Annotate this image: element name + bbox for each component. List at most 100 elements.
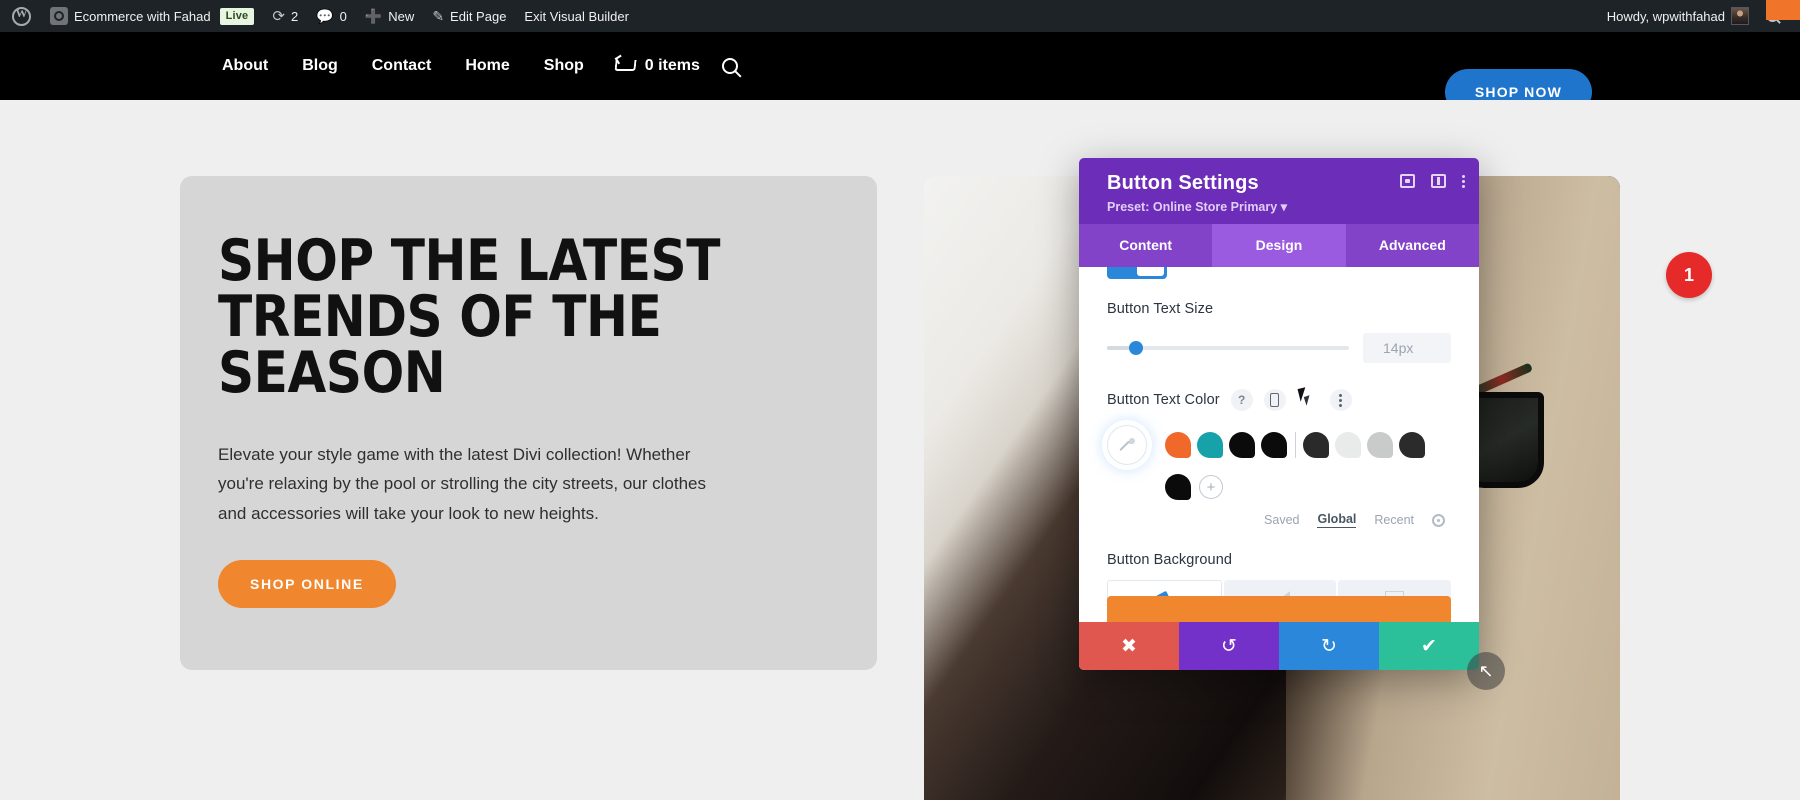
button-text-size-control: 14px: [1107, 333, 1451, 363]
color-swatch[interactable]: [1367, 432, 1393, 458]
site-name-button[interactable]: Ecommerce with Fahad: [41, 0, 220, 32]
color-swatch[interactable]: [1197, 432, 1223, 458]
more-menu-icon[interactable]: [1462, 174, 1465, 188]
background-color-preview[interactable]: [1107, 596, 1451, 622]
slider-handle[interactable]: [1129, 341, 1144, 355]
nav-item-shop[interactable]: Shop: [527, 57, 601, 75]
pencil-icon: ✎: [432, 8, 445, 24]
page-title: SHOP THE LATEST TRENDS OF THE SEASON: [218, 228, 721, 406]
button-text-size-input[interactable]: 14px: [1363, 333, 1451, 363]
layout-toggle-icon[interactable]: [1431, 174, 1446, 188]
nav-menu: About Blog Contact Home Shop 0 items: [205, 57, 738, 75]
tab-saved-colors[interactable]: Saved: [1264, 513, 1299, 527]
site-navigation: About Blog Contact Home Shop 0 items SHO…: [0, 32, 1800, 115]
wordpress-logo-icon: [12, 6, 31, 26]
tab-recent-colors[interactable]: Recent: [1374, 513, 1414, 527]
undo-button[interactable]: ↺: [1179, 622, 1279, 670]
responsive-phone-icon[interactable]: [1263, 389, 1286, 411]
wordpress-logo-button[interactable]: [0, 0, 41, 32]
wp-admin-bar: Ecommerce with Fahad Live ⟳ 2 💬 0 ➕ New …: [0, 0, 1800, 32]
site-dashboard-icon: [50, 7, 68, 25]
shop-online-label: SHOP ONLINE: [250, 576, 364, 593]
color-swatch-row-1: [1107, 425, 1451, 465]
button-text-size-slider[interactable]: [1107, 341, 1349, 355]
updates-count: 2: [290, 8, 299, 24]
nav-item-blog[interactable]: Blog: [285, 57, 355, 75]
shopping-cart-icon: [615, 59, 635, 74]
button-text-size-label: Button Text Size: [1107, 301, 1214, 317]
updates-icon: ⟳: [272, 7, 285, 25]
toggle-knob: [1137, 267, 1164, 276]
eyedropper-picker[interactable]: [1107, 425, 1147, 465]
help-icon[interactable]: ?: [1230, 389, 1253, 411]
chevron-down-icon: ▾: [1280, 200, 1287, 214]
avatar: [1731, 7, 1749, 25]
plus-icon: ➕: [364, 8, 383, 24]
swatch-divider: [1295, 432, 1296, 458]
status-badge: 1: [1666, 252, 1712, 298]
color-settings-gear-icon[interactable]: [1432, 513, 1445, 527]
focus-mode-icon[interactable]: [1400, 174, 1415, 188]
hero-paragraph: Elevate your style game with the latest …: [218, 444, 706, 523]
comments-count: 0: [339, 8, 347, 24]
howdy-label: Howdy, wpwithfahad: [1606, 8, 1725, 24]
save-button[interactable]: ✔: [1379, 622, 1479, 670]
shop-online-button[interactable]: SHOP ONLINE: [218, 560, 396, 609]
new-content-button[interactable]: ➕ New: [356, 0, 423, 32]
updates-button[interactable]: ⟳ 2: [263, 0, 307, 32]
exit-visual-builder-button[interactable]: Exit Visual Builder: [515, 0, 638, 32]
color-swatch[interactable]: [1335, 432, 1361, 458]
modal-resize-handle[interactable]: ↖: [1467, 652, 1505, 690]
color-swatch[interactable]: [1165, 432, 1191, 458]
tab-advanced[interactable]: Advanced: [1346, 224, 1479, 267]
nav-item-contact[interactable]: Contact: [355, 57, 449, 75]
color-swatch-row-2: +: [1107, 474, 1451, 500]
button-settings-modal: Button Settings Preset: Online Store Pri…: [1079, 158, 1479, 670]
comments-button[interactable]: 💬 0: [307, 0, 356, 32]
button-text-color-label: Button Text Color: [1107, 392, 1220, 408]
tab-global-colors[interactable]: Global: [1317, 512, 1357, 528]
button-background-label: Button Background: [1107, 552, 1233, 568]
shop-now-label: SHOP NOW: [1474, 84, 1562, 100]
admin-bar-left: Ecommerce with Fahad Live ⟳ 2 💬 0 ➕ New …: [0, 0, 638, 32]
color-swatch[interactable]: [1165, 474, 1191, 500]
cart-count-label: 0 items: [644, 57, 700, 74]
modal-header-actions: [1400, 174, 1465, 188]
tab-design[interactable]: Design: [1212, 224, 1346, 267]
tab-content[interactable]: Content: [1079, 224, 1212, 267]
nav-item-about[interactable]: About: [205, 57, 285, 75]
search-icon[interactable]: [721, 58, 738, 74]
cart-button[interactable]: 0 items: [601, 57, 700, 75]
live-status-badge: Live: [219, 0, 264, 32]
color-swatch[interactable]: [1261, 432, 1287, 458]
modal-header: Button Settings Preset: Online Store Pri…: [1079, 158, 1479, 224]
page-canvas: SHOP THE LATEST TRENDS OF THE SEASON Ele…: [0, 100, 1800, 800]
edit-page-label: Edit Page: [450, 8, 507, 24]
live-badge-label: Live: [219, 7, 255, 25]
add-color-button[interactable]: +: [1199, 475, 1223, 499]
color-swatch[interactable]: [1399, 432, 1425, 458]
site-name-label: Ecommerce with Fahad: [74, 8, 211, 24]
use-custom-styles-toggle[interactable]: YES: [1107, 267, 1167, 279]
edit-page-button[interactable]: ✎ Edit Page: [423, 0, 515, 32]
redo-button[interactable]: ↻: [1279, 622, 1379, 670]
nav-item-home[interactable]: Home: [448, 57, 526, 75]
color-swatch[interactable]: [1303, 432, 1329, 458]
more-options-icon[interactable]: [1329, 389, 1352, 411]
comments-icon: 💬: [316, 8, 334, 24]
color-swatch-area: + Saved Global Recent: [1107, 425, 1451, 528]
button-text-color-header: Button Text Color ?: [1107, 389, 1451, 411]
preset-label: Preset: Online Store Primary: [1107, 200, 1278, 214]
account-menu[interactable]: Howdy, wpwithfahad: [1598, 0, 1758, 32]
vb-corner-indicator: [1766, 0, 1800, 20]
modal-footer-actions: ✖ ↺ ↻ ✔: [1079, 622, 1479, 670]
color-source-tabs: Saved Global Recent: [1107, 512, 1451, 528]
hero-text-card: SHOP THE LATEST TRENDS OF THE SEASON Ele…: [180, 176, 877, 670]
exit-visual-builder-label: Exit Visual Builder: [524, 8, 629, 24]
preset-selector[interactable]: Preset: Online Store Primary ▾: [1107, 199, 1461, 214]
new-label: New: [388, 8, 415, 24]
color-swatch[interactable]: [1229, 432, 1255, 458]
screen: Ecommerce with Fahad Live ⟳ 2 💬 0 ➕ New …: [0, 0, 1800, 800]
cancel-button[interactable]: ✖: [1079, 622, 1179, 670]
button-text-size-section: Button Text Size 14px: [1107, 267, 1451, 363]
